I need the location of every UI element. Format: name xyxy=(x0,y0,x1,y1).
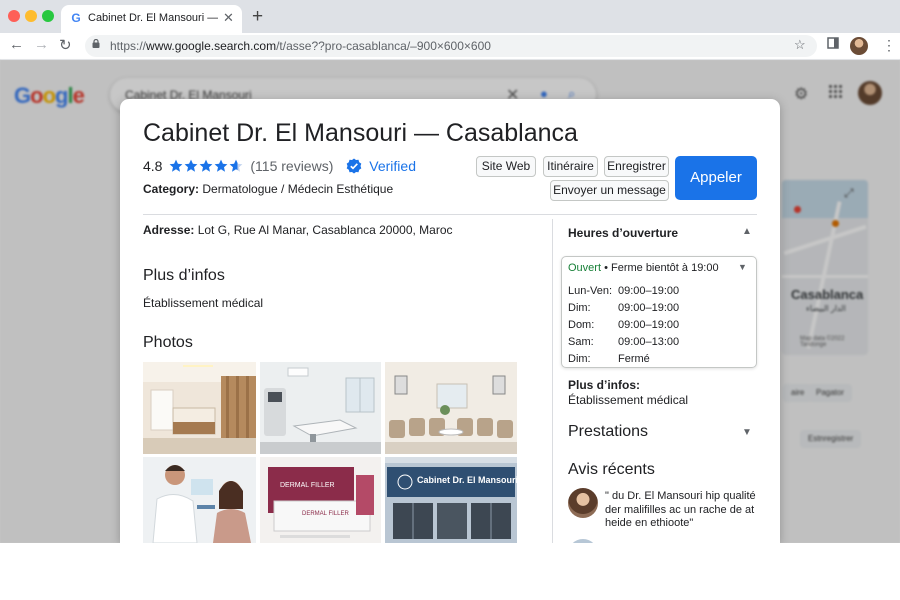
photos-heading: Photos xyxy=(143,334,193,351)
forward-arrow-icon[interactable]: → xyxy=(34,36,49,53)
verified-badge-icon xyxy=(346,158,362,174)
reviewer-avatar[interactable] xyxy=(568,488,598,518)
review-text: " du Dr. El Mansouri hip qualité der mal… xyxy=(605,490,756,529)
tab-bar: G Cabinet Dr. El Mansouri — C ✕ + xyxy=(0,0,900,33)
tab-close-icon[interactable]: ✕ xyxy=(223,10,234,26)
maximize-window-button[interactable] xyxy=(42,10,54,22)
reload-icon[interactable]: ↻ xyxy=(59,36,72,54)
address-bar[interactable]: https://www.google.search.com/t/asse??pr… xyxy=(85,35,817,57)
product-box-label: DERMAL FILLER xyxy=(302,511,349,517)
back-arrow-icon[interactable]: ← xyxy=(9,36,24,53)
website-button[interactable]: Site Web xyxy=(476,156,536,177)
browser-toolbar: ← → ↻ https://www.google.search.com/t/as… xyxy=(0,33,900,60)
minimize-window-button[interactable] xyxy=(25,10,37,22)
hours-row: Dom: 09:00–19:00 xyxy=(568,319,680,331)
close-window-button[interactable] xyxy=(8,10,20,22)
photo-storefront[interactable]: Cabinet Dr. El Mansouri xyxy=(385,457,517,543)
category-line: Category: Dermatologue / Médecin Esthéti… xyxy=(143,182,394,196)
chevron-down-icon[interactable]: ▼ xyxy=(738,262,747,272)
address-line: Adresse: Lot G, Rue Al Manar, Casablanca… xyxy=(143,223,453,237)
right-more-info-label: Plus d’infos: xyxy=(568,378,640,392)
tab-title: Cabinet Dr. El Mansouri — C xyxy=(88,12,218,24)
right-more-info-value: Établissement médical xyxy=(568,393,689,407)
more-info-heading: Plus d’infos xyxy=(143,267,225,284)
hours-row: Lun-Ven: 09:00–19:00 xyxy=(568,285,680,297)
photo-reception[interactable] xyxy=(143,362,256,454)
more-info-value: Établissement médical xyxy=(143,296,264,310)
url-text[interactable]: https://www.google.search.com/t/asse??pr… xyxy=(110,39,491,53)
hours-status: Ouvert • Ferme bientôt à 19:00 xyxy=(568,262,719,274)
bookmark-star-icon[interactable]: ☆ xyxy=(794,37,806,53)
chevron-up-icon[interactable]: ▲ xyxy=(742,226,752,237)
directions-button[interactable]: Itinéraire xyxy=(543,156,598,177)
recent-reviews-heading: Avis récents xyxy=(568,461,655,478)
business-title: Cabinet Dr. El Mansouri — Casablanca xyxy=(143,119,578,147)
google-favicon-icon: G xyxy=(71,11,81,25)
hours-heading[interactable]: Heures d’ouverture xyxy=(568,226,678,240)
storefront-sign-text: Cabinet Dr. El Mansouri xyxy=(417,475,517,485)
profile-avatar[interactable] xyxy=(850,37,868,55)
new-tab-icon[interactable]: + xyxy=(252,6,263,28)
hours-row: Dim: Fermé xyxy=(568,353,650,365)
photo-dermal-filler-product[interactable]: DERMAL FILLER DERMAL FILLER xyxy=(260,457,381,543)
hours-row: Dim: 09:00–19:00 xyxy=(568,302,680,314)
rating-value: 4.8 xyxy=(143,157,163,174)
hours-row: Sam: 09:00–13:00 xyxy=(568,336,680,348)
lock-icon xyxy=(92,39,100,48)
column-divider xyxy=(552,219,553,543)
reviewer-avatar[interactable] xyxy=(568,539,598,543)
side-panel-icon[interactable] xyxy=(827,37,839,49)
save-button[interactable]: Enregistrer xyxy=(604,156,669,177)
rating-stars-icon xyxy=(169,159,243,172)
business-panel: Cabinet Dr. El Mansouri — Casablanca 4.8… xyxy=(120,99,780,543)
photo-waiting-room[interactable] xyxy=(385,362,517,454)
verified-label: Verified xyxy=(369,157,416,174)
rating-row: 4.8 (115 reviews) Verified xyxy=(143,157,416,175)
call-button[interactable]: Appeler xyxy=(675,156,757,200)
send-message-button[interactable]: Envoyer un message xyxy=(550,180,669,201)
chevron-down-icon[interactable]: ▼ xyxy=(742,427,752,438)
browser-window: G Cabinet Dr. El Mansouri — C ✕ + ← → ↻ … xyxy=(0,0,900,543)
active-tab[interactable]: G Cabinet Dr. El Mansouri — C ✕ xyxy=(61,5,242,33)
review-count-link[interactable]: (115 reviews) xyxy=(250,158,333,174)
menu-kebab-icon[interactable]: ⋮ xyxy=(882,37,896,54)
hours-dropdown[interactable]: Ouvert • Ferme bientôt à 19:00 ▼ Lun-Ven… xyxy=(561,256,757,368)
photo-consultation[interactable] xyxy=(143,457,256,543)
product-box-label: DERMAL FILLER xyxy=(280,482,335,489)
services-heading[interactable]: Prestations xyxy=(568,423,648,441)
photo-treatment-room[interactable] xyxy=(260,362,381,454)
divider xyxy=(143,214,757,215)
